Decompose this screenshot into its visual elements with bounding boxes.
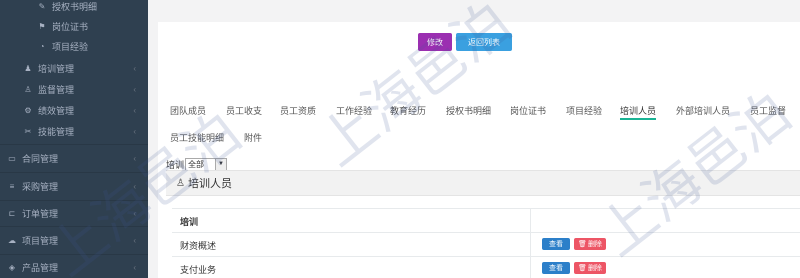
tab-external-trainees[interactable]: 外部培训人员 bbox=[676, 104, 730, 120]
sidebar-item-project-experience[interactable]: ◔ 项目经验 bbox=[0, 36, 148, 56]
sidebar-divider bbox=[0, 144, 148, 145]
trash-icon: 🗑 bbox=[578, 265, 587, 272]
tab-employee-skills[interactable]: 员工技能明细 bbox=[170, 131, 224, 147]
chevron-left-icon: ‹ bbox=[133, 235, 136, 245]
tab-employee-supervision[interactable]: 员工监督 bbox=[750, 104, 786, 120]
select-value: 全部 bbox=[188, 160, 205, 169]
order-icon: ⊏ bbox=[8, 208, 16, 218]
training-name: 财资概述 bbox=[180, 241, 217, 251]
sidebar: ✎ 授权书明细 ⚑ 岗位证书 ◔ 项目经验 ♟ 培训管理 ‹ ♙ 监督管理 ‹ … bbox=[0, 0, 148, 278]
sidebar-item-contract-management[interactable]: ▭ 合同管理 ‹ bbox=[0, 148, 148, 168]
detail-panel: 修改 返回列表 团队成员 员工收支 员工资质 工作经验 教育经历 授权书明细 岗… bbox=[158, 22, 800, 278]
sidebar-divider bbox=[0, 172, 148, 173]
chevron-left-icon: ‹ bbox=[133, 208, 136, 218]
sidebar-item-label: 监督管理 bbox=[38, 84, 75, 95]
section-header: ♙ 培训人员 bbox=[166, 170, 800, 196]
sidebar-item-product-management[interactable]: ◈ 产品管理 ‹ bbox=[0, 257, 148, 277]
tab-attachments[interactable]: 附件 bbox=[244, 131, 262, 147]
edit-button[interactable]: 修改 bbox=[418, 33, 452, 51]
chevron-left-icon: ‹ bbox=[133, 105, 136, 115]
delete-button[interactable]: 🗑 删除 bbox=[574, 262, 606, 274]
view-button[interactable]: 查看 bbox=[542, 238, 570, 250]
sidebar-divider bbox=[0, 200, 148, 201]
tab-work-experience[interactable]: 工作经验 bbox=[336, 104, 372, 120]
sidebar-item-purchase-management[interactable]: ≡ 采购管理 ‹ bbox=[0, 176, 148, 196]
chevron-left-icon: ‹ bbox=[133, 153, 136, 163]
sidebar-divider bbox=[0, 226, 148, 227]
project-manage-icon: ☁ bbox=[8, 235, 16, 245]
delete-label: 删除 bbox=[587, 241, 602, 248]
chevron-down-icon: ▼ bbox=[215, 159, 227, 170]
sidebar-item-label: 技能管理 bbox=[38, 126, 75, 137]
sidebar-item-training-management[interactable]: ♟ 培训管理 ‹ bbox=[0, 58, 148, 78]
column-divider bbox=[530, 209, 531, 233]
training-name: 支付业务 bbox=[180, 265, 217, 275]
tab-education[interactable]: 教育经历 bbox=[390, 104, 426, 120]
sidebar-item-label: 订单管理 bbox=[22, 208, 59, 219]
column-divider bbox=[530, 233, 531, 257]
contract-icon: ▭ bbox=[8, 153, 16, 163]
sidebar-item-label: 采购管理 bbox=[22, 181, 59, 192]
top-strip bbox=[148, 0, 800, 22]
column-header-training: 培训 bbox=[180, 217, 199, 227]
chevron-left-icon: ‹ bbox=[133, 84, 136, 94]
tab-team-members[interactable]: 团队成员 bbox=[170, 104, 206, 120]
skill-icon: ✂ bbox=[24, 126, 32, 136]
product-icon: ◈ bbox=[8, 262, 16, 272]
supervise-icon: ♙ bbox=[24, 84, 32, 94]
sidebar-item-skill-management[interactable]: ✂ 技能管理 ‹ bbox=[0, 121, 148, 141]
trash-icon: 🗑 bbox=[578, 241, 587, 248]
sidebar-item-label: 产品管理 bbox=[22, 262, 59, 273]
chevron-left-icon: ‹ bbox=[133, 126, 136, 136]
chevron-left-icon: ‹ bbox=[133, 63, 136, 73]
table-row: 财资概述 查看 🗑 删除 bbox=[172, 232, 800, 257]
tab-trainees[interactable]: 培训人员 bbox=[620, 104, 657, 120]
sidebar-item-label: 培训管理 bbox=[38, 63, 75, 74]
delete-button[interactable]: 🗑 删除 bbox=[574, 238, 606, 250]
sidebar-item-supervision-management[interactable]: ♙ 监督管理 ‹ bbox=[0, 79, 148, 99]
section-title: 培训人员 bbox=[187, 178, 232, 190]
column-divider bbox=[530, 257, 531, 278]
view-button[interactable]: 查看 bbox=[542, 262, 570, 274]
sidebar-item-post-certificate[interactable]: ⚑ 岗位证书 bbox=[0, 16, 148, 36]
tab-employee-income[interactable]: 员工收支 bbox=[226, 104, 262, 120]
user-icon: ♙ bbox=[176, 177, 185, 189]
project-icon: ◔ bbox=[39, 41, 45, 51]
sidebar-item-label: 合同管理 bbox=[22, 153, 59, 164]
tab-authorization-detail[interactable]: 授权书明细 bbox=[446, 104, 491, 120]
sidebar-item-project-management[interactable]: ☁ 项目管理 ‹ bbox=[0, 230, 148, 250]
back-to-list-button[interactable]: 返回列表 bbox=[456, 33, 512, 51]
tag-icon: ✎ bbox=[38, 1, 46, 11]
sidebar-item-label: 绩效管理 bbox=[38, 105, 75, 116]
sidebar-item-order-management[interactable]: ⊏ 订单管理 ‹ bbox=[0, 203, 148, 223]
table-header-row: 培训 bbox=[172, 208, 800, 233]
chevron-left-icon: ‹ bbox=[133, 262, 136, 272]
sidebar-divider bbox=[0, 254, 148, 255]
table-row: 支付业务 查看 🗑 删除 bbox=[172, 256, 800, 278]
chevron-left-icon: ‹ bbox=[133, 181, 136, 191]
delete-label: 删除 bbox=[587, 265, 602, 272]
sidebar-item-label: 项目管理 bbox=[22, 235, 59, 246]
certificate-icon: ⚑ bbox=[38, 21, 46, 31]
sidebar-item-label: 项目经验 bbox=[52, 41, 89, 52]
sidebar-item-label: 岗位证书 bbox=[52, 21, 89, 32]
tab-project-experience[interactable]: 项目经验 bbox=[566, 104, 602, 120]
purchase-icon: ≡ bbox=[9, 181, 15, 191]
sidebar-item-authorization-detail[interactable]: ✎ 授权书明细 bbox=[0, 0, 148, 16]
training-filter: 培训 全部 ▼ bbox=[166, 150, 228, 171]
training-icon: ♟ bbox=[24, 63, 32, 73]
main-content: 修改 返回列表 团队成员 员工收支 员工资质 工作经验 教育经历 授权书明细 岗… bbox=[148, 0, 800, 278]
tab-post-certificate[interactable]: 岗位证书 bbox=[510, 104, 546, 120]
tab-employee-qualification[interactable]: 员工资质 bbox=[280, 104, 316, 120]
sidebar-item-label: 授权书明细 bbox=[52, 1, 98, 12]
performance-icon: ⚙ bbox=[24, 105, 32, 115]
sidebar-item-performance-management[interactable]: ⚙ 绩效管理 ‹ bbox=[0, 100, 148, 120]
